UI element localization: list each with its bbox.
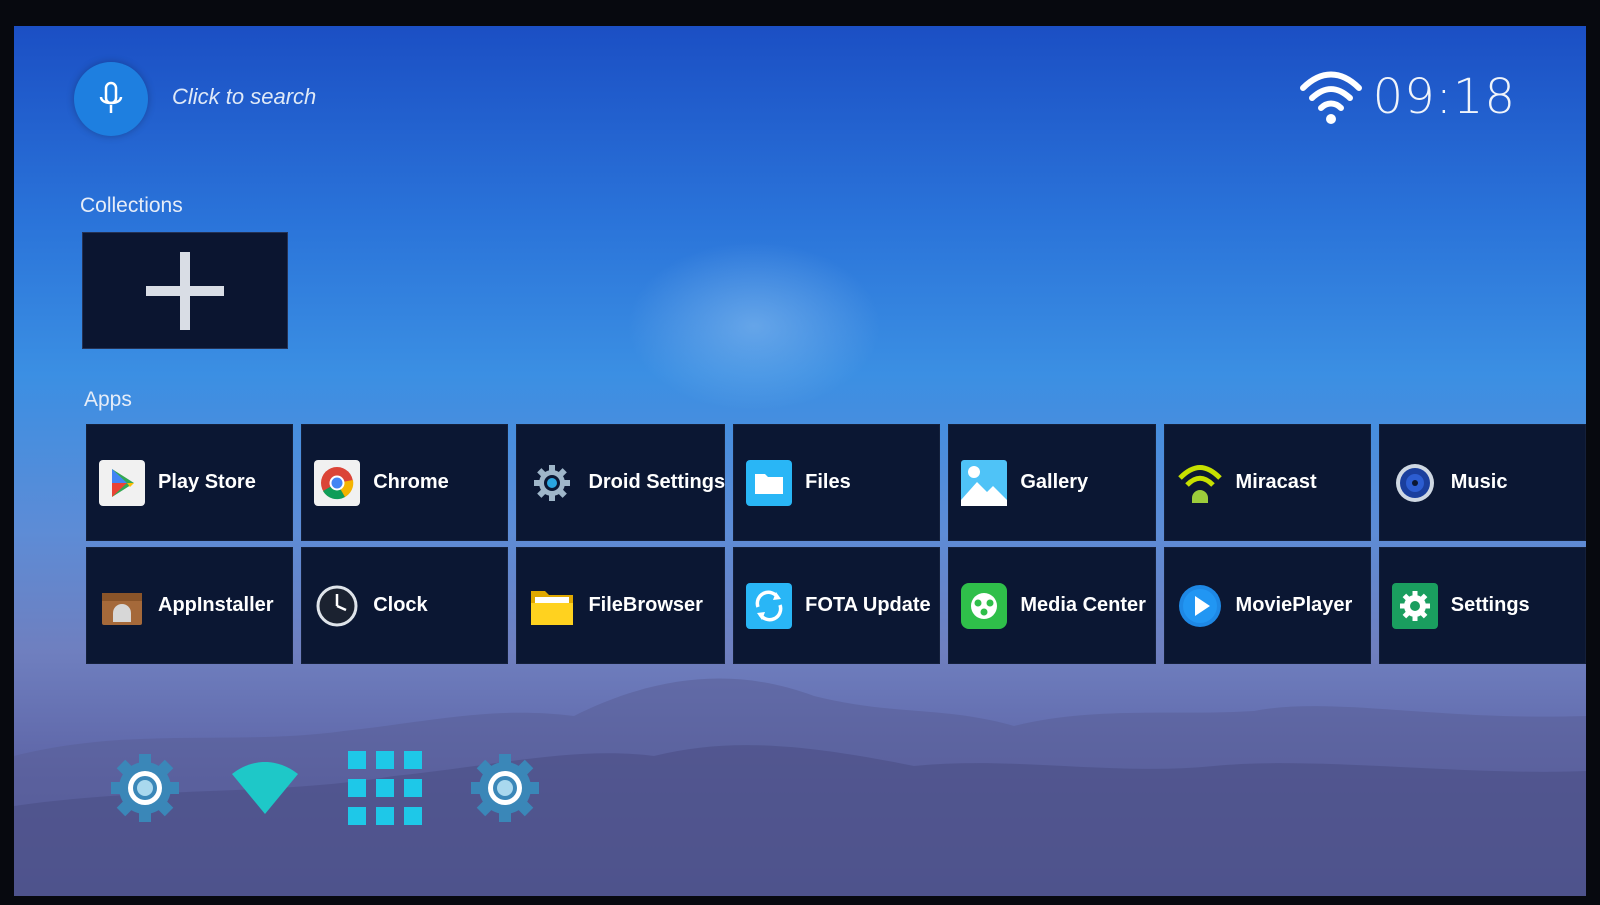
miracast-icon	[1176, 459, 1224, 507]
clock-icon	[313, 582, 361, 630]
app-label: Music	[1450, 471, 1508, 493]
voice-search-button[interactable]	[74, 62, 148, 136]
app-tile-settings[interactable]: Settings	[1378, 547, 1586, 664]
play-store-icon	[98, 459, 146, 507]
folder-icon	[528, 582, 576, 630]
gear-icon	[528, 459, 576, 507]
app-label: FOTA Update	[805, 594, 931, 616]
app-tile-clock[interactable]: Clock	[301, 547, 509, 664]
dock-network-button[interactable]	[226, 749, 304, 827]
add-collection-button[interactable]	[82, 232, 288, 349]
app-tile-play-store[interactable]: Play Store	[86, 424, 294, 541]
all-apps-grid-icon	[348, 751, 422, 825]
wifi-icon	[232, 762, 298, 814]
app-label: Files	[805, 471, 851, 493]
search-placeholder[interactable]: Click to search	[172, 84, 316, 110]
app-label: FileBrowser	[588, 594, 703, 616]
app-tile-droid-settings[interactable]: Droid Settings	[516, 424, 726, 541]
app-label: MoviePlayer	[1235, 594, 1353, 616]
app-label: Media Center	[1020, 594, 1146, 616]
app-tile-gallery[interactable]: Gallery	[948, 424, 1156, 541]
folder-icon	[745, 459, 793, 507]
chrome-icon	[313, 459, 361, 507]
apps-heading: Apps	[84, 388, 132, 411]
microphone-icon	[99, 81, 123, 113]
app-tile-appinstaller[interactable]: AppInstaller	[86, 547, 294, 664]
app-tile-movieplayer[interactable]: MoviePlayer	[1163, 547, 1371, 664]
app-label: Play Store	[158, 471, 256, 493]
dock-settings-button[interactable]	[106, 749, 184, 827]
settings-icon	[1391, 582, 1439, 630]
app-tile-files[interactable]: Files	[733, 424, 941, 541]
play-icon	[1176, 582, 1224, 630]
update-icon	[745, 582, 793, 630]
wifi-icon	[1299, 71, 1362, 124]
app-tile-chrome[interactable]: Chrome	[301, 424, 509, 541]
dock-all-apps-button[interactable]	[346, 749, 424, 827]
app-label: Clock	[373, 594, 428, 616]
settings-gear-icon	[471, 754, 539, 822]
settings-gear-icon	[111, 754, 179, 822]
app-label: Droid Settings	[588, 471, 726, 493]
status-area: 09:18	[1299, 62, 1516, 132]
app-label: AppInstaller	[158, 594, 274, 616]
bottom-dock	[106, 748, 544, 828]
app-tile-filebrowser[interactable]: FileBrowser	[516, 547, 726, 664]
app-label: Settings	[1450, 594, 1530, 616]
dock-settings-button[interactable]	[466, 749, 544, 827]
app-tile-fota-update[interactable]: FOTA Update	[733, 547, 941, 664]
plus-icon	[146, 251, 224, 330]
app-label: Miracast	[1235, 471, 1317, 493]
clock-time: 09:18	[1372, 69, 1516, 125]
app-label: Chrome	[373, 471, 449, 493]
media-center-icon	[960, 582, 1008, 630]
gallery-icon	[960, 459, 1008, 507]
apps-grid: Play Store Chrome Droid Settings Files G…	[86, 424, 1586, 664]
app-label: Gallery	[1020, 471, 1089, 493]
app-tile-music[interactable]: Music	[1378, 424, 1586, 541]
collections-heading: Collections	[80, 194, 183, 217]
music-icon	[1391, 459, 1439, 507]
app-installer-icon	[98, 582, 146, 630]
app-tile-media-center[interactable]: Media Center	[948, 547, 1156, 664]
app-tile-miracast[interactable]: Miracast	[1163, 424, 1371, 541]
tv-screen: Click to search 09:18 Collections Apps P…	[14, 26, 1586, 896]
